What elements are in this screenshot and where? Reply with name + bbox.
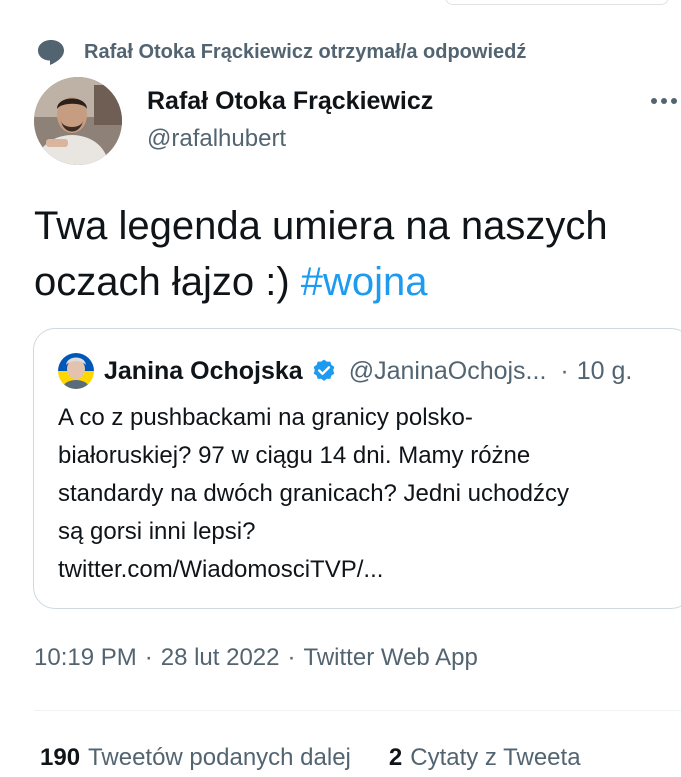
social-context-text: Rafał Otoka Frąckiewicz otrzymał/a odpow… bbox=[84, 40, 527, 63]
quote-separator: · bbox=[560, 356, 569, 385]
retweets-label: Tweetów podanych dalej bbox=[88, 744, 351, 771]
more-options-icon[interactable] bbox=[650, 86, 680, 116]
quote-author-name[interactable]: Janina Ochojska bbox=[104, 357, 303, 386]
tweet-meta: 10:19 PM · 28 lut 2022 · Twitter Web App bbox=[34, 644, 478, 672]
retweets-stat[interactable]: 190 Tweetów podanych dalej bbox=[40, 744, 351, 772]
quotes-label: Cytaty z Tweeta bbox=[410, 744, 581, 771]
quoted-tweet[interactable]: Janina Ochojska @JaninaOchojs... · 10 g.… bbox=[33, 328, 681, 609]
hashtag-link[interactable]: #wojna bbox=[301, 260, 428, 304]
author-avatar[interactable] bbox=[34, 77, 122, 165]
meta-separator: · bbox=[144, 644, 153, 671]
reply-bubble-icon bbox=[34, 38, 68, 66]
tweet-text: Twa legenda umiera na naszych oczach łaj… bbox=[34, 198, 674, 310]
quotes-count: 2 bbox=[388, 744, 403, 771]
quote-author-handle[interactable]: @JaninaOchojs... bbox=[349, 357, 547, 386]
quote-text: A co z pushbackami na granicy polsko- bi… bbox=[58, 404, 569, 583]
quote-header: Janina Ochojska @JaninaOchojs... · 10 g. bbox=[104, 351, 632, 391]
author-name[interactable]: Rafał Otoka Frąckiewicz bbox=[147, 84, 433, 118]
tweet-time[interactable]: 10:19 PM bbox=[34, 644, 137, 672]
tweet-source[interactable]: Twitter Web App bbox=[304, 644, 478, 672]
tweet-date[interactable]: 28 lut 2022 bbox=[161, 644, 280, 672]
social-context: Rafał Otoka Frąckiewicz otrzymał/a odpow… bbox=[34, 38, 526, 66]
tweet-stats: 190 Tweetów podanych dalej 2 Cytaty z Twee… bbox=[40, 744, 581, 772]
author-handle[interactable]: @rafalhubert bbox=[147, 122, 433, 156]
quote-author-avatar[interactable] bbox=[58, 353, 94, 389]
verified-badge-icon bbox=[311, 358, 337, 384]
retweets-count: 190 bbox=[40, 744, 81, 771]
top-card-edge bbox=[445, 0, 669, 5]
divider bbox=[34, 710, 681, 711]
quotes-stat[interactable]: 2 Cytaty z Tweeta bbox=[389, 744, 581, 772]
tweet-author[interactable]: Rafał Otoka Frąckiewicz @rafalhubert bbox=[147, 84, 433, 156]
meta-separator-2: · bbox=[287, 644, 296, 671]
quote-time[interactable]: 10 g. bbox=[577, 357, 633, 386]
